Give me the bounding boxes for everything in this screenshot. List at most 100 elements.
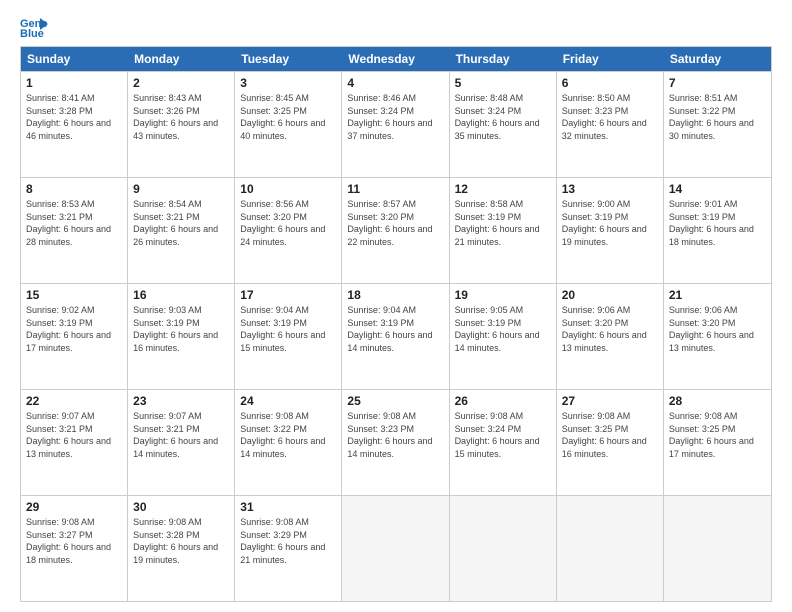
calendar-week-3: 15 Sunrise: 9:02 AMSunset: 3:19 PMDayligh…	[21, 283, 771, 389]
day-info: Sunrise: 9:08 AMSunset: 3:25 PMDaylight:…	[562, 411, 647, 459]
day-number: 15	[26, 288, 122, 302]
day-info: Sunrise: 9:04 AMSunset: 3:19 PMDaylight:…	[347, 305, 432, 353]
day-cell-9: 9 Sunrise: 8:54 AMSunset: 3:21 PMDaylight…	[128, 178, 235, 283]
day-number: 5	[455, 76, 551, 90]
day-number: 22	[26, 394, 122, 408]
empty-cell	[342, 496, 449, 601]
day-info: Sunrise: 9:08 AMSunset: 3:24 PMDaylight:…	[455, 411, 540, 459]
day-number: 21	[669, 288, 766, 302]
day-info: Sunrise: 9:03 AMSunset: 3:19 PMDaylight:…	[133, 305, 218, 353]
header-day-wednesday: Wednesday	[342, 47, 449, 71]
day-cell-23: 23 Sunrise: 9:07 AMSunset: 3:21 PMDayligh…	[128, 390, 235, 495]
calendar-week-4: 22 Sunrise: 9:07 AMSunset: 3:21 PMDayligh…	[21, 389, 771, 495]
empty-cell	[450, 496, 557, 601]
day-info: Sunrise: 8:46 AMSunset: 3:24 PMDaylight:…	[347, 93, 432, 141]
day-number: 25	[347, 394, 443, 408]
logo: General Blue	[20, 16, 52, 38]
calendar-week-1: 1Sunrise: 8:41 AMSunset: 3:28 PMDaylight…	[21, 71, 771, 177]
day-number: 17	[240, 288, 336, 302]
day-cell-26: 26 Sunrise: 9:08 AMSunset: 3:24 PMDayligh…	[450, 390, 557, 495]
empty-cell	[557, 496, 664, 601]
day-number: 23	[133, 394, 229, 408]
header-day-friday: Friday	[557, 47, 664, 71]
day-cell-17: 17Sunrise: 9:04 AMSunset: 3:19 PMDayligh…	[235, 284, 342, 389]
day-cell-28: 28 Sunrise: 9:08 AMSunset: 3:25 PMDayligh…	[664, 390, 771, 495]
day-number: 26	[455, 394, 551, 408]
header-day-sunday: Sunday	[21, 47, 128, 71]
day-cell-12: 12Sunrise: 8:58 AMSunset: 3:19 PMDayligh…	[450, 178, 557, 283]
day-cell-25: 25 Sunrise: 9:08 AMSunset: 3:23 PMDayligh…	[342, 390, 449, 495]
day-info: Sunrise: 9:05 AMSunset: 3:19 PMDaylight:…	[455, 305, 540, 353]
day-info: Sunrise: 8:54 AMSunset: 3:21 PMDaylight:…	[133, 199, 218, 247]
day-cell-19: 19 Sunrise: 9:05 AMSunset: 3:19 PMDayligh…	[450, 284, 557, 389]
day-cell-4: 4 Sunrise: 8:46 AMSunset: 3:24 PMDaylight…	[342, 72, 449, 177]
calendar-week-2: 8 Sunrise: 8:53 AMSunset: 3:21 PMDaylight…	[21, 177, 771, 283]
calendar-body: 1Sunrise: 8:41 AMSunset: 3:28 PMDaylight…	[21, 71, 771, 601]
day-cell-8: 8 Sunrise: 8:53 AMSunset: 3:21 PMDaylight…	[21, 178, 128, 283]
calendar-week-5: 29 Sunrise: 9:08 AMSunset: 3:27 PMDayligh…	[21, 495, 771, 601]
day-info: Sunrise: 9:00 AMSunset: 3:19 PMDaylight:…	[562, 199, 647, 247]
day-number: 19	[455, 288, 551, 302]
day-number: 11	[347, 182, 443, 196]
empty-cell	[664, 496, 771, 601]
day-number: 8	[26, 182, 122, 196]
day-number: 28	[669, 394, 766, 408]
day-cell-30: 30 Sunrise: 9:08 AMSunset: 3:28 PMDayligh…	[128, 496, 235, 601]
day-cell-10: 10 Sunrise: 8:56 AMSunset: 3:20 PMDayligh…	[235, 178, 342, 283]
day-number: 27	[562, 394, 658, 408]
calendar: SundayMondayTuesdayWednesdayThursdayFrid…	[20, 46, 772, 602]
day-info: Sunrise: 9:02 AMSunset: 3:19 PMDaylight:…	[26, 305, 111, 353]
day-cell-20: 20Sunrise: 9:06 AMSunset: 3:20 PMDayligh…	[557, 284, 664, 389]
day-info: Sunrise: 9:08 AMSunset: 3:27 PMDaylight:…	[26, 517, 111, 565]
day-info: Sunrise: 8:56 AMSunset: 3:20 PMDaylight:…	[240, 199, 325, 247]
day-info: Sunrise: 9:07 AMSunset: 3:21 PMDaylight:…	[26, 411, 111, 459]
day-info: Sunrise: 9:08 AMSunset: 3:23 PMDaylight:…	[347, 411, 432, 459]
day-cell-24: 24Sunrise: 9:08 AMSunset: 3:22 PMDayligh…	[235, 390, 342, 495]
day-cell-14: 14Sunrise: 9:01 AMSunset: 3:19 PMDayligh…	[664, 178, 771, 283]
day-number: 16	[133, 288, 229, 302]
day-info: Sunrise: 8:50 AMSunset: 3:23 PMDaylight:…	[562, 93, 647, 141]
day-cell-1: 1Sunrise: 8:41 AMSunset: 3:28 PMDaylight…	[21, 72, 128, 177]
day-cell-5: 5 Sunrise: 8:48 AMSunset: 3:24 PMDaylight…	[450, 72, 557, 177]
day-cell-18: 18 Sunrise: 9:04 AMSunset: 3:19 PMDayligh…	[342, 284, 449, 389]
day-info: Sunrise: 9:08 AMSunset: 3:28 PMDaylight:…	[133, 517, 218, 565]
day-info: Sunrise: 8:41 AMSunset: 3:28 PMDaylight:…	[26, 93, 111, 141]
day-cell-27: 27 Sunrise: 9:08 AMSunset: 3:25 PMDayligh…	[557, 390, 664, 495]
day-cell-22: 22 Sunrise: 9:07 AMSunset: 3:21 PMDayligh…	[21, 390, 128, 495]
day-info: Sunrise: 8:57 AMSunset: 3:20 PMDaylight:…	[347, 199, 432, 247]
header: General Blue	[20, 16, 772, 38]
day-info: Sunrise: 8:51 AMSunset: 3:22 PMDaylight:…	[669, 93, 754, 141]
day-number: 29	[26, 500, 122, 514]
day-number: 30	[133, 500, 229, 514]
header-day-thursday: Thursday	[450, 47, 557, 71]
calendar-header: SundayMondayTuesdayWednesdayThursdayFrid…	[21, 47, 771, 71]
day-cell-31: 31 Sunrise: 9:08 AMSunset: 3:29 PMDayligh…	[235, 496, 342, 601]
day-info: Sunrise: 8:43 AMSunset: 3:26 PMDaylight:…	[133, 93, 218, 141]
day-info: Sunrise: 9:08 AMSunset: 3:25 PMDaylight:…	[669, 411, 754, 459]
day-cell-11: 11 Sunrise: 8:57 AMSunset: 3:20 PMDayligh…	[342, 178, 449, 283]
day-cell-2: 2 Sunrise: 8:43 AMSunset: 3:26 PMDaylight…	[128, 72, 235, 177]
day-number: 4	[347, 76, 443, 90]
day-number: 10	[240, 182, 336, 196]
day-number: 9	[133, 182, 229, 196]
day-info: Sunrise: 9:07 AMSunset: 3:21 PMDaylight:…	[133, 411, 218, 459]
day-info: Sunrise: 9:08 AMSunset: 3:29 PMDaylight:…	[240, 517, 325, 565]
day-number: 2	[133, 76, 229, 90]
header-day-monday: Monday	[128, 47, 235, 71]
day-info: Sunrise: 8:53 AMSunset: 3:21 PMDaylight:…	[26, 199, 111, 247]
day-cell-29: 29 Sunrise: 9:08 AMSunset: 3:27 PMDayligh…	[21, 496, 128, 601]
day-number: 18	[347, 288, 443, 302]
day-number: 24	[240, 394, 336, 408]
day-info: Sunrise: 8:48 AMSunset: 3:24 PMDaylight:…	[455, 93, 540, 141]
day-cell-16: 16 Sunrise: 9:03 AMSunset: 3:19 PMDayligh…	[128, 284, 235, 389]
day-number: 6	[562, 76, 658, 90]
day-cell-6: 6 Sunrise: 8:50 AMSunset: 3:23 PMDaylight…	[557, 72, 664, 177]
day-cell-13: 13Sunrise: 9:00 AMSunset: 3:19 PMDayligh…	[557, 178, 664, 283]
day-number: 31	[240, 500, 336, 514]
day-number: 3	[240, 76, 336, 90]
day-info: Sunrise: 9:06 AMSunset: 3:20 PMDaylight:…	[562, 305, 647, 353]
day-number: 12	[455, 182, 551, 196]
day-number: 7	[669, 76, 766, 90]
day-cell-15: 15 Sunrise: 9:02 AMSunset: 3:19 PMDayligh…	[21, 284, 128, 389]
day-cell-3: 3Sunrise: 8:45 AMSunset: 3:25 PMDaylight…	[235, 72, 342, 177]
